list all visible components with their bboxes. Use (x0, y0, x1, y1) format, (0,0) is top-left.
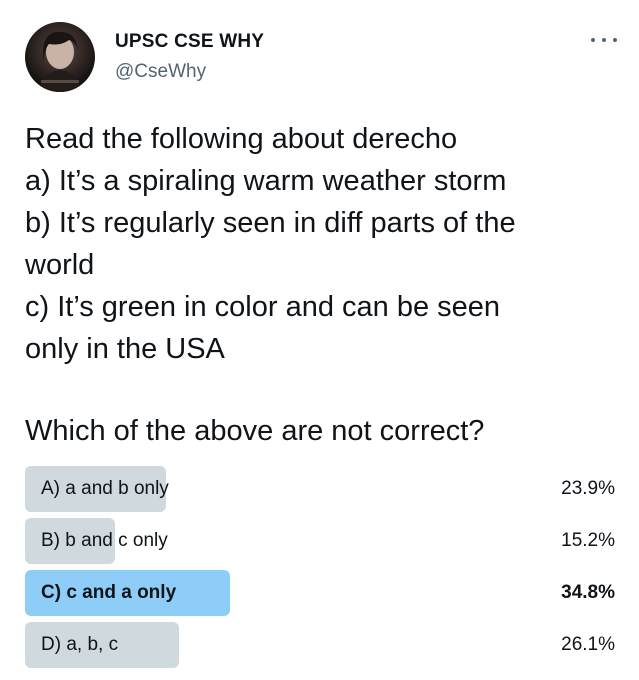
poll-option-percent: 34.8% (561, 582, 615, 603)
poll-option-label: A) a and b only (41, 478, 169, 499)
dot (602, 38, 606, 42)
poll: A) a and b only 23.9% B) b and c only 15… (25, 466, 615, 674)
poll-option-percent: 15.2% (561, 530, 615, 551)
author-handle[interactable]: @CseWhy (115, 61, 206, 83)
poll-option-percent: 23.9% (561, 478, 615, 499)
more-options-icon[interactable] (591, 30, 617, 50)
poll-option-d[interactable]: D) a, b, c 26.1% (25, 622, 615, 668)
tweet-card: UPSC CSE WHY @CseWhy Read the following … (0, 0, 639, 680)
dot (613, 38, 617, 42)
tweet-line: Read the following about derecho (25, 123, 458, 155)
poll-question: Which of the above are not correct? (25, 415, 485, 447)
tweet-line: only in the USA (25, 333, 225, 365)
tweet-line: c) It’s green in color and can be seen (25, 291, 501, 323)
poll-option-percent: 26.1% (561, 634, 615, 655)
tweet-line: a) It’s a spiraling warm weather storm (25, 165, 507, 197)
tweet-line: world (25, 249, 95, 281)
poll-option-c[interactable]: C) c and a only 34.8% (25, 570, 615, 616)
poll-option-b[interactable]: B) b and c only 15.2% (25, 518, 615, 564)
tweet-text: Read the following about derecho a) It’s… (25, 118, 625, 370)
poll-option-a[interactable]: A) a and b only 23.9% (25, 466, 615, 512)
author-display-name[interactable]: UPSC CSE WHY (115, 31, 264, 53)
poll-option-label: D) a, b, c (41, 634, 119, 655)
poll-option-label: B) b and c only (41, 530, 168, 551)
avatar[interactable] (25, 22, 95, 92)
dot (591, 38, 595, 42)
tweet-line: b) It’s regularly seen in diff parts of … (25, 207, 516, 239)
profile-photo-icon (39, 31, 81, 92)
poll-option-label: C) c and a only (41, 582, 177, 603)
